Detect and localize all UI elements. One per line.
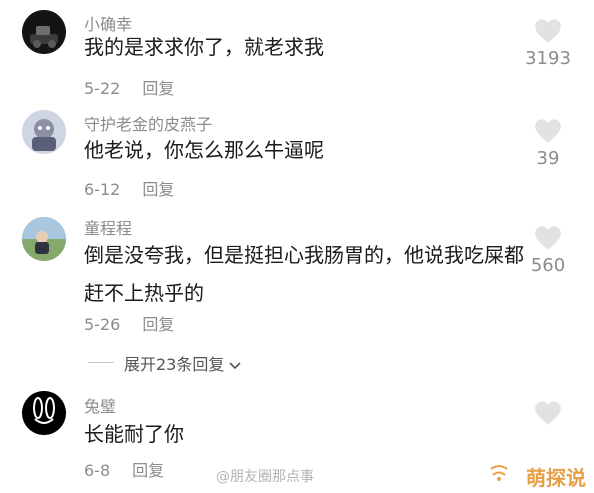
reply-button[interactable]: 回复 <box>142 315 174 334</box>
user-avatar[interactable] <box>22 391 66 435</box>
user-avatar[interactable] <box>22 110 66 154</box>
avatar-icon <box>22 217 66 261</box>
comment-meta: 5-22 回复 <box>84 75 174 99</box>
divider <box>88 362 114 363</box>
brand-logo-icon <box>490 465 508 481</box>
comment-text: 倒是没夸我，但是挺担心我肠胃的，他说我吃屎都赶不上热乎的 <box>84 243 524 305</box>
watermark: @朋友圈那点事 <box>216 469 314 485</box>
comment-username[interactable]: 兔璧 <box>84 393 116 417</box>
comment-meta: 5-26 回复 <box>84 311 174 335</box>
reply-button[interactable]: 回复 <box>142 180 174 199</box>
expand-replies-label: 展开23条回复 <box>124 351 242 375</box>
brand-logo: 萌探说 <box>526 466 586 490</box>
comment-date: 5-22 <box>84 79 121 98</box>
comment-text: 我的是求求你了，就老求我 <box>84 35 324 59</box>
like-count: 560 <box>530 255 566 276</box>
comment-text: 长能耐了你 <box>84 422 184 446</box>
user-avatar[interactable] <box>22 10 66 54</box>
rabbit-avatar-icon <box>22 391 66 435</box>
like-button[interactable]: 3193 <box>516 18 580 69</box>
like-button[interactable] <box>516 400 580 430</box>
comment-date: 6-12 <box>84 180 121 199</box>
avatar-icon <box>22 10 66 54</box>
heart-icon <box>535 226 561 250</box>
like-button[interactable]: 560 <box>516 225 580 276</box>
comment-date: 6-8 <box>84 461 111 480</box>
heart-icon <box>535 19 561 43</box>
heart-icon <box>535 401 561 425</box>
like-count: 39 <box>536 148 560 169</box>
avatar-icon <box>22 110 66 154</box>
like-count: 3193 <box>525 48 571 69</box>
user-avatar[interactable] <box>22 217 66 261</box>
comment-date: 5-26 <box>84 315 121 334</box>
comment-meta: 6-8 回复 <box>84 457 164 481</box>
reply-button[interactable]: 回复 <box>132 461 164 480</box>
like-button[interactable]: 39 <box>516 118 580 169</box>
chevron-down-icon <box>229 361 242 369</box>
heart-icon <box>535 119 561 143</box>
reply-button[interactable]: 回复 <box>142 79 174 98</box>
comment-text: 他老说，你怎么那么牛逼呢 <box>84 138 324 162</box>
comment-meta: 6-12 回复 <box>84 176 174 200</box>
expand-replies-button[interactable]: 展开23条回复 <box>88 351 348 375</box>
